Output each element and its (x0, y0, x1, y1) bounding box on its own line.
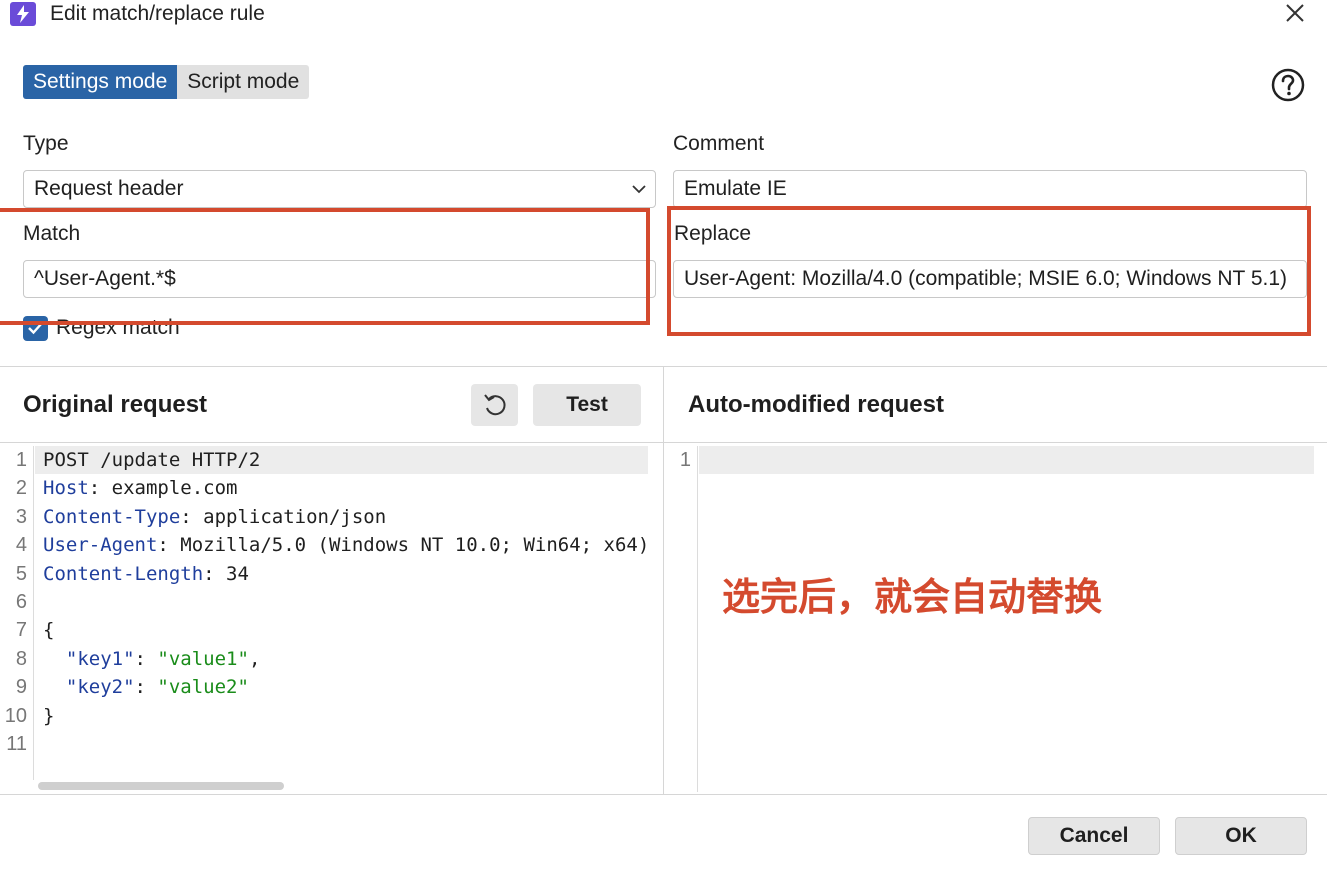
regex-checkbox[interactable] (23, 316, 48, 341)
code-line: Host: example.com (43, 477, 238, 500)
line-number: 3 (15, 505, 27, 528)
comment-label: Comment (673, 132, 765, 155)
match-field[interactable]: ^User-Agent.*$ (23, 260, 656, 298)
test-button[interactable]: Test (533, 384, 641, 426)
code-line (699, 446, 1314, 475)
line-number: 8 (15, 647, 27, 670)
settings-mode-button[interactable]: Settings mode (23, 65, 178, 99)
code-line: Content-Length: 34 (43, 562, 249, 585)
line-number: 10 (4, 704, 27, 727)
cancel-button[interactable]: Cancel (1028, 817, 1160, 855)
reset-icon (484, 394, 506, 416)
mode-toggle: Settings mode Script mode (23, 65, 310, 99)
footer-divider (0, 794, 1327, 795)
line-number-gutter: 1 (664, 446, 698, 792)
code-line: } (43, 704, 55, 727)
regex-label: Regex match (56, 316, 180, 339)
app-lightning-icon (10, 2, 36, 26)
type-select-value: Request header (34, 177, 184, 200)
line-number-gutter: 1 2 3 4 5 6 7 8 9 10 11 (0, 446, 34, 780)
match-label: Match (23, 222, 81, 245)
line-number: 6 (15, 590, 27, 613)
ok-button[interactable]: OK (1175, 817, 1307, 855)
chevron-down-icon (632, 185, 646, 194)
code-line: POST /update HTTP/2 (35, 446, 648, 475)
title-bar: Edit match/replace rule (0, 0, 1327, 30)
checkmark-icon (28, 322, 43, 335)
line-number: 2 (15, 477, 27, 500)
original-request-title: Original request (23, 391, 208, 418)
annotation-text: 选完后，就会自动替换 (722, 575, 1103, 619)
request-code: POST /update HTTP/2 Host: example.com Co… (35, 446, 650, 758)
code-line: User-Agent: Mozilla/5.0 (Windows NT 10.0… (43, 534, 650, 557)
window-title: Edit match/replace rule (50, 2, 265, 25)
code-line: "key1": "value1", (65, 647, 261, 670)
type-label: Type (23, 132, 69, 155)
replace-label: Replace (674, 222, 752, 245)
type-select[interactable]: Request header (23, 170, 656, 208)
close-icon[interactable] (1284, 2, 1306, 24)
script-mode-button[interactable]: Script mode (177, 65, 309, 99)
modified-request-title: Auto-modified request (688, 391, 944, 418)
line-number: 5 (15, 562, 27, 585)
line-number: 7 (15, 619, 27, 642)
line-number: 11 (6, 732, 27, 755)
comment-field[interactable]: Emulate IE (673, 170, 1307, 208)
reset-button[interactable] (471, 384, 518, 426)
line-number: 9 (15, 676, 27, 699)
help-icon[interactable] (1270, 67, 1306, 103)
horizontal-scrollbar[interactable] (38, 782, 284, 790)
line-number: 1 (15, 449, 27, 471)
replace-field[interactable]: User-Agent: Mozilla/4.0 (compatible; MSI… (673, 260, 1307, 298)
original-request-editor[interactable]: 1 2 3 4 5 6 7 8 9 10 11 POST /update HTTP/2 Host: … (0, 446, 650, 780)
line-number: 4 (15, 534, 27, 557)
code-line: { (43, 619, 55, 642)
code-line: Content-Type: application/json (43, 505, 387, 528)
code-line: "key2": "value2" (65, 676, 249, 699)
line-number: 1 (679, 449, 691, 471)
modified-code (699, 446, 1314, 475)
